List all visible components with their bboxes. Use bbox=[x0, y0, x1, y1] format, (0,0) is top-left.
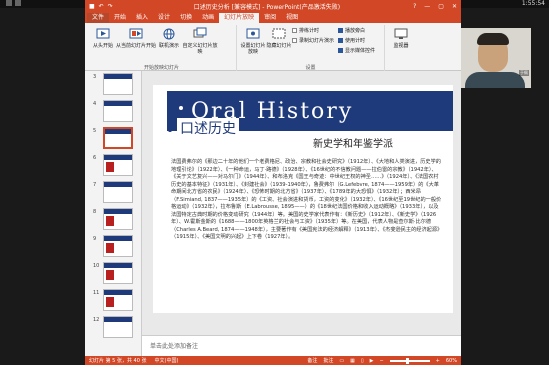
thumb-number: 10 bbox=[93, 263, 100, 269]
thumb-number: 6 bbox=[93, 155, 97, 161]
rehearse-timings-option[interactable]: 排练计时 bbox=[292, 26, 334, 35]
checkbox[interactable] bbox=[338, 28, 344, 33]
system-icon bbox=[15, 0, 21, 6]
slide-thumbnail[interactable] bbox=[103, 73, 133, 95]
window-title: 口述历史分析 [兼容模式] - PowerPoint(产品激活失败) bbox=[193, 3, 341, 11]
presenter-hair bbox=[477, 33, 509, 45]
save-icon[interactable]: ■ bbox=[89, 3, 95, 10]
title-bar: ■ ↶ ↷ 口述历史分析 [兼容模式] - PowerPoint(产品激活失败)… bbox=[85, 0, 461, 12]
system-icon bbox=[6, 0, 12, 6]
slide-thumbnail[interactable] bbox=[103, 235, 133, 257]
slide-body-text[interactable]: 法国费弗尔的《那边二十年的他们一个老费格尼、政治、宗教和社会史研究》（1912年… bbox=[171, 159, 443, 242]
tab-transitions[interactable]: 切换 bbox=[175, 13, 197, 23]
close-button[interactable]: ✕ bbox=[452, 3, 457, 10]
monitor-button[interactable]: 监视器 bbox=[388, 25, 414, 71]
group-label-start: 开始放映幻灯片 bbox=[143, 65, 179, 71]
window-controls: ? — ▢ ✕ bbox=[413, 3, 457, 10]
tab-file[interactable]: 文件 bbox=[87, 13, 110, 23]
bullet-dot bbox=[179, 106, 183, 110]
globe-icon bbox=[163, 28, 175, 40]
bullet-dot bbox=[168, 128, 172, 132]
slide-thumbnail[interactable] bbox=[103, 316, 133, 338]
powerpoint-window: ■ ↶ ↷ 口述历史分析 [兼容模式] - PowerPoint(产品激活失败)… bbox=[85, 0, 461, 365]
thumb-number: 12 bbox=[93, 317, 100, 323]
slide-edit-area: Oral History 口述历史 新史学和年鉴学派 法国费弗尔的《那边二十年的… bbox=[142, 71, 461, 335]
group-start-slideshow: 从头开始 从当前幻灯片开始 联机演示 自定义幻灯片放映 开始放映幻灯片 bbox=[87, 25, 237, 71]
notes-toggle[interactable]: 备注 bbox=[307, 357, 317, 364]
zoom-out-icon[interactable]: − bbox=[379, 358, 383, 364]
reading-view-icon[interactable]: ▯ bbox=[361, 358, 364, 364]
show-media-controls-option[interactable]: 显示媒体控件 bbox=[338, 46, 375, 55]
workspace: 3 4 5 6 7 8 9 10 11 12 Oral History 口述历史… bbox=[85, 71, 461, 356]
tab-home[interactable]: 开始 bbox=[109, 13, 131, 23]
slide-thumbnail-selected[interactable] bbox=[103, 127, 133, 149]
undo-icon[interactable]: ↶ bbox=[99, 3, 104, 10]
slide-canvas[interactable]: Oral History 口述历史 新史学和年鉴学派 法国费弗尔的《那边二十年的… bbox=[153, 85, 453, 313]
sorter-view-icon[interactable]: ▦ bbox=[350, 358, 355, 364]
normal-view-icon[interactable]: ▭ bbox=[339, 358, 344, 364]
thumb-number: 5 bbox=[93, 128, 97, 134]
setup-icon bbox=[246, 28, 260, 39]
redo-icon[interactable]: ↷ bbox=[108, 3, 113, 10]
checkbox[interactable] bbox=[338, 48, 344, 53]
thumb-number: 11 bbox=[93, 290, 100, 296]
checkbox[interactable] bbox=[292, 28, 297, 33]
webcam-name-label: 于佩 bbox=[519, 70, 529, 76]
slide-counter: 幻灯片 第 5 张，共 40 张 bbox=[89, 358, 147, 364]
comments-toggle[interactable]: 批注 bbox=[323, 357, 333, 364]
thumb-number: 9 bbox=[93, 236, 97, 242]
tab-insert[interactable]: 插入 bbox=[131, 13, 153, 23]
slideshow-start-icon bbox=[96, 28, 110, 39]
tab-design[interactable]: 设计 bbox=[153, 13, 175, 23]
minimize-button[interactable]: — bbox=[424, 3, 430, 10]
tab-slideshow[interactable]: 幻灯片放映 bbox=[219, 13, 260, 23]
slide-thumbnail[interactable] bbox=[103, 181, 133, 203]
slide-thumbnail[interactable] bbox=[103, 208, 133, 230]
quick-access-toolbar: ■ ↶ ↷ bbox=[89, 3, 113, 10]
hide-slide-icon bbox=[272, 28, 286, 39]
custom-show-icon bbox=[193, 27, 207, 38]
clock: 1:55:54 bbox=[521, 0, 545, 7]
thumb-number: 7 bbox=[93, 182, 97, 188]
zoom-level[interactable]: 60% bbox=[446, 358, 457, 364]
monitor-icon bbox=[394, 28, 408, 39]
help-button[interactable]: ? bbox=[413, 3, 416, 10]
thumb-number: 8 bbox=[93, 209, 97, 215]
group-monitors: 监视器 bbox=[385, 25, 425, 71]
slide-thumbnail[interactable] bbox=[103, 100, 133, 122]
use-timings-option[interactable]: 使用计时 bbox=[338, 36, 375, 45]
checkbox[interactable] bbox=[338, 38, 344, 43]
tab-animations[interactable]: 动画 bbox=[197, 13, 219, 23]
zoom-slider[interactable] bbox=[389, 357, 430, 364]
status-right-controls: 备注 批注 ▭ ▦ ▯ ▶ − + 60% bbox=[307, 357, 457, 364]
webcam-overlay: 于佩 bbox=[461, 28, 531, 88]
group-label-setup: 设置 bbox=[305, 65, 316, 71]
slide-thumbnails-pane[interactable]: 3 4 5 6 7 8 9 10 11 12 bbox=[85, 71, 142, 356]
slide-subtitle[interactable]: 新史学和年鉴学派 bbox=[313, 135, 393, 150]
group-setup: 设置幻灯片放映 隐藏幻灯片 排练计时 录制幻灯片演示 播放旁白 使用计时 显示媒… bbox=[237, 25, 385, 71]
slideshow-view-icon[interactable]: ▶ bbox=[370, 358, 374, 364]
thumb-number: 4 bbox=[93, 101, 97, 107]
notes-placeholder: 单击此处添加备注 bbox=[150, 343, 199, 350]
notes-pane[interactable]: 单击此处添加备注 bbox=[142, 335, 461, 356]
maximize-button[interactable]: ▢ bbox=[438, 3, 444, 10]
system-tray-icons bbox=[6, 0, 21, 6]
ribbon: 从头开始 从当前幻灯片开始 联机演示 自定义幻灯片放映 开始放映幻灯片 设置幻灯… bbox=[85, 23, 461, 71]
slideshow-current-icon bbox=[129, 28, 143, 39]
checkbox[interactable] bbox=[292, 38, 297, 43]
slide-thumbnail[interactable] bbox=[103, 154, 133, 176]
slide-thumbnail[interactable] bbox=[103, 262, 133, 284]
language-indicator[interactable]: 中文(中国) bbox=[155, 357, 179, 364]
presenter-body bbox=[465, 72, 525, 88]
tab-review[interactable]: 审阅 bbox=[259, 13, 281, 23]
thumb-number: 3 bbox=[93, 74, 97, 80]
slide-title-chinese[interactable]: 口述历史 bbox=[177, 118, 239, 138]
slide-thumbnail[interactable] bbox=[103, 289, 133, 311]
zoom-in-icon[interactable]: + bbox=[436, 358, 440, 364]
play-narrations-option[interactable]: 播放旁白 bbox=[338, 26, 375, 35]
record-slideshow-option[interactable]: 录制幻灯片演示 bbox=[292, 36, 334, 45]
ribbon-tabs: 文件 开始 插入 设计 切换 动画 幻灯片放映 审阅 视图 bbox=[85, 12, 461, 23]
tab-view[interactable]: 视图 bbox=[281, 13, 303, 23]
status-bar: 幻灯片 第 5 张，共 40 张 中文(中国) 备注 批注 ▭ ▦ ▯ ▶ − … bbox=[85, 356, 461, 365]
